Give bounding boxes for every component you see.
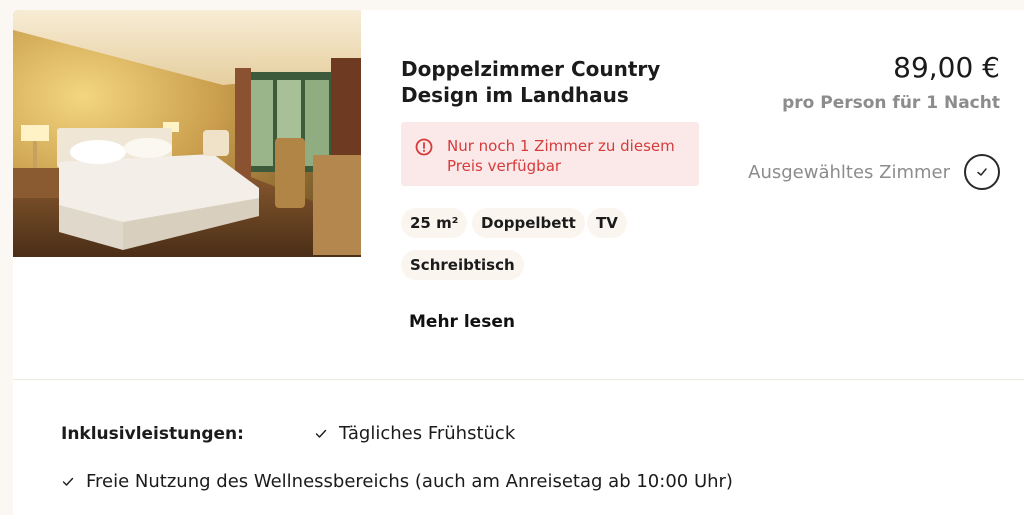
feature-chip: 25 m² — [401, 208, 468, 238]
inclusion-item: Freie Nutzung des Wellnessbereichs (auch… — [62, 471, 733, 492]
room-price: 89,00 € — [893, 51, 1000, 84]
price-unit: pro Person für 1 Nacht — [782, 93, 1000, 113]
room-photo[interactable] — [13, 10, 361, 257]
check-icon — [62, 477, 74, 486]
inclusion-item: Tägliches Frühstück — [315, 423, 515, 444]
check-circle-icon — [964, 154, 1000, 190]
check-icon — [315, 429, 327, 438]
section-divider — [13, 379, 1024, 380]
feature-chip: Schreibtisch — [401, 250, 524, 280]
inclusion-item-text: Tägliches Frühstück — [339, 423, 516, 444]
inclusions-title: Inklusivleistungen: — [61, 424, 244, 444]
read-more-link[interactable]: Mehr lesen — [409, 312, 515, 332]
select-room-button[interactable]: Ausgewähltes Zimmer — [748, 154, 1000, 190]
availability-alert-text: Nur noch 1 Zimmer zu diesem Preis verfüg… — [447, 137, 675, 175]
room-title: Doppelzimmer Country Design im Landhaus — [401, 57, 661, 107]
availability-alert: Nur noch 1 Zimmer zu diesem Preis verfüg… — [401, 122, 699, 186]
alert-circle-icon — [415, 138, 433, 156]
feature-chip: TV — [587, 208, 627, 238]
inclusion-item-text: Freie Nutzung des Wellnessbereichs (auch… — [86, 471, 733, 492]
feature-chip: Doppelbett — [472, 208, 585, 238]
room-photo-image — [13, 10, 361, 257]
room-card: Doppelzimmer Country Design im Landhaus … — [13, 10, 1024, 515]
selected-room-label: Ausgewähltes Zimmer — [748, 161, 950, 183]
